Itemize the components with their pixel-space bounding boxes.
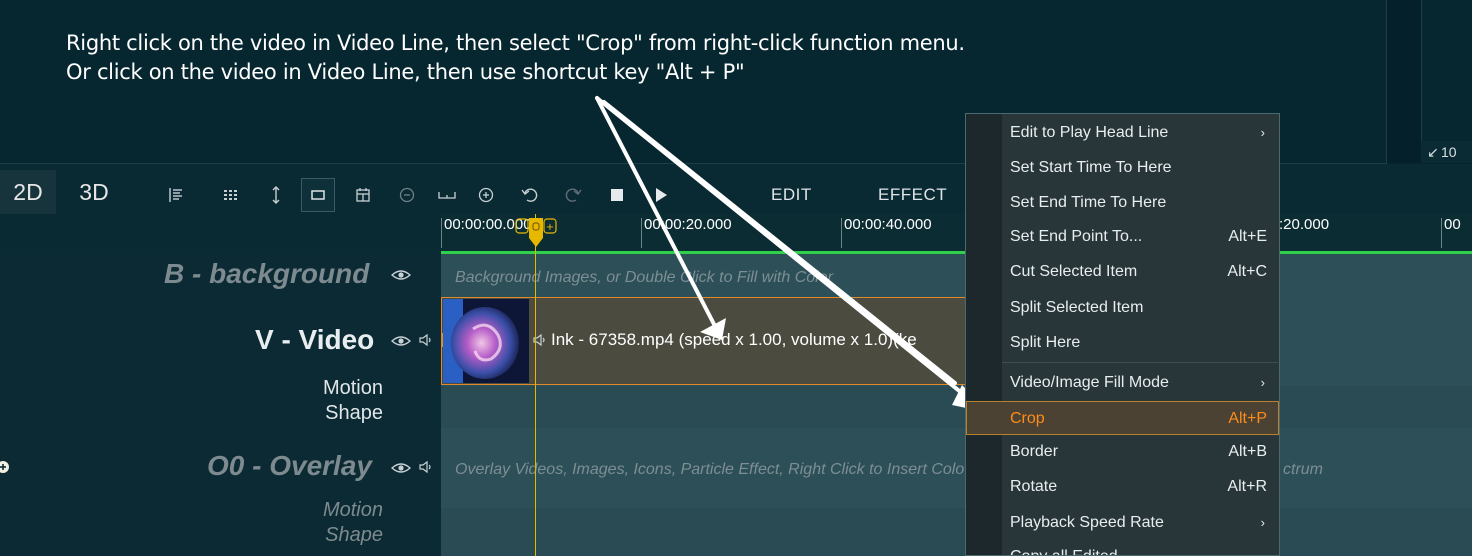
menu-item-cut-selected[interactable]: Cut Selected Item Alt+C bbox=[966, 255, 1279, 289]
menu-item-crop[interactable]: Crop Alt+P bbox=[966, 401, 1279, 435]
menu-item-fill-mode[interactable]: Video/Image Fill Mode › bbox=[966, 366, 1279, 400]
menu-item-split-selected[interactable]: Split Selected Item bbox=[966, 291, 1279, 325]
menu-item-split-here[interactable]: Split Here bbox=[966, 326, 1279, 360]
chevron-right-icon: › bbox=[1260, 375, 1265, 390]
context-menu: Edit to Play Head Line › Set Start Time T… bbox=[965, 113, 1280, 556]
menu-item-edit-to-play-head-line[interactable]: Edit to Play Head Line › bbox=[966, 116, 1279, 150]
menu-item-set-end-point[interactable]: Set End Point To... Alt+E bbox=[966, 220, 1279, 254]
menu-item-copy-all-edited[interactable]: Copy all Edited bbox=[966, 540, 1279, 555]
menu-item-playback-speed[interactable]: Playback Speed Rate › bbox=[966, 506, 1279, 540]
menu-item-set-start-time[interactable]: Set Start Time To Here bbox=[966, 151, 1279, 185]
menu-separator bbox=[1002, 362, 1278, 363]
menu-item-border[interactable]: Border Alt+B bbox=[966, 435, 1279, 469]
menu-item-rotate[interactable]: Rotate Alt+R bbox=[966, 470, 1279, 504]
chevron-right-icon: › bbox=[1260, 125, 1265, 140]
menu-item-set-end-time[interactable]: Set End Time To Here bbox=[966, 186, 1279, 220]
chevron-right-icon: › bbox=[1260, 515, 1265, 530]
